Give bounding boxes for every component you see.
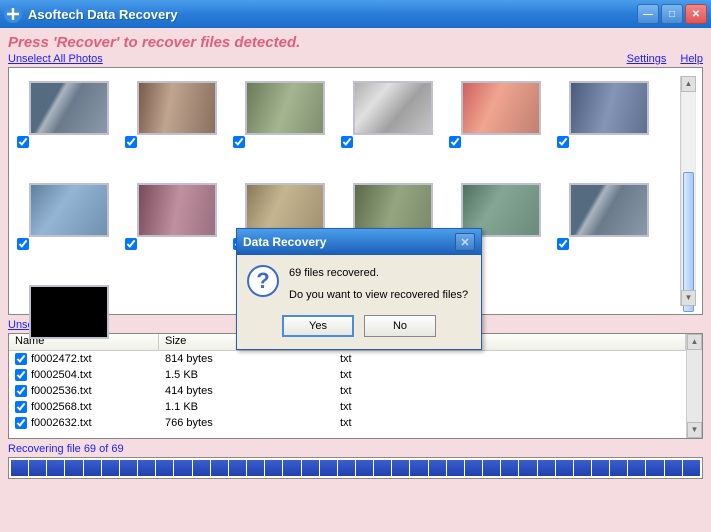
window-title: Asoftech Data Recovery xyxy=(28,7,637,22)
file-size: 766 bytes xyxy=(159,417,334,429)
thumb-image xyxy=(29,183,109,237)
photo-thumb[interactable] xyxy=(339,76,447,178)
scroll-down-icon[interactable]: ▼ xyxy=(681,290,696,306)
col-spare xyxy=(479,334,686,350)
file-ext: txt xyxy=(334,417,479,429)
file-name: f0002568.txt xyxy=(31,401,92,413)
dialog-titlebar: Data Recovery ✕ xyxy=(237,229,481,255)
photo-scrollbar[interactable]: ▲ ▼ xyxy=(680,76,696,306)
file-size: 414 bytes xyxy=(159,385,334,397)
thumb-checkbox[interactable] xyxy=(233,136,245,148)
dialog-text: 69 files recovered. Do you want to view … xyxy=(289,265,468,303)
status-text: Recovering file 69 of 69 xyxy=(8,443,703,455)
maximize-button[interactable]: □ xyxy=(661,4,683,24)
file-ext: txt xyxy=(334,385,479,397)
thumb-image xyxy=(137,183,217,237)
file-name: f0002536.txt xyxy=(31,385,92,397)
close-button[interactable]: ✕ xyxy=(685,4,707,24)
thumb-checkbox[interactable] xyxy=(125,136,137,148)
photo-thumb[interactable] xyxy=(123,178,231,280)
scroll-down-icon[interactable]: ▼ xyxy=(687,422,702,438)
file-size: 1.1 KB xyxy=(159,401,334,413)
no-button[interactable]: No xyxy=(364,315,436,337)
file-ext: txt xyxy=(334,401,479,413)
row-checkbox[interactable] xyxy=(15,417,27,429)
photo-thumb[interactable] xyxy=(123,76,231,178)
dialog-close-button[interactable]: ✕ xyxy=(455,233,475,251)
photo-thumb[interactable] xyxy=(15,76,123,178)
progress-bar xyxy=(8,457,703,479)
minimize-button[interactable]: — xyxy=(637,4,659,24)
file-size: 814 bytes xyxy=(159,353,334,365)
thumb-image xyxy=(569,183,649,237)
table-row[interactable]: f0002536.txt 414 bytestxt xyxy=(9,383,686,399)
photo-thumb[interactable] xyxy=(447,76,555,178)
thumb-checkbox[interactable] xyxy=(125,238,137,250)
photo-thumb[interactable] xyxy=(555,76,663,178)
table-row[interactable]: f0002568.txt 1.1 KBtxt xyxy=(9,399,686,415)
file-name: f0002632.txt xyxy=(31,417,92,429)
thumb-image xyxy=(137,81,217,135)
file-ext: txt xyxy=(334,353,479,365)
help-link[interactable]: Help xyxy=(680,53,703,65)
row-checkbox[interactable] xyxy=(15,401,27,413)
dialog-title: Data Recovery xyxy=(243,235,455,249)
thumb-checkbox[interactable] xyxy=(17,136,29,148)
top-links: Unselect All Photos Settings Help xyxy=(8,53,703,65)
main-body: Press 'Recover' to recover files detecte… xyxy=(0,28,711,532)
file-scrollbar[interactable]: ▲ ▼ xyxy=(686,334,702,438)
yes-button[interactable]: Yes xyxy=(282,315,354,337)
table-row[interactable]: f0002632.txt 766 bytestxt xyxy=(9,415,686,431)
thumb-image xyxy=(461,81,541,135)
file-ext: txt xyxy=(334,369,479,381)
question-icon: ? xyxy=(247,265,279,297)
thumb-image xyxy=(353,81,433,135)
thumb-checkbox[interactable] xyxy=(17,238,29,250)
photo-thumb[interactable] xyxy=(231,76,339,178)
titlebar: Asoftech Data Recovery — □ ✕ xyxy=(0,0,711,28)
dialog-line1: 69 files recovered. xyxy=(289,265,468,281)
photo-thumb[interactable] xyxy=(15,178,123,280)
thumb-image xyxy=(29,285,109,339)
photo-thumb[interactable] xyxy=(555,178,663,280)
instruction-text: Press 'Recover' to recover files detecte… xyxy=(8,34,703,51)
thumb-image xyxy=(569,81,649,135)
row-checkbox[interactable] xyxy=(15,385,27,397)
photo-thumb[interactable] xyxy=(15,280,123,382)
app-icon xyxy=(4,5,22,23)
confirm-dialog: Data Recovery ✕ ? 69 files recovered. Do… xyxy=(236,228,482,350)
file-size: 1.5 KB xyxy=(159,369,334,381)
dialog-line2: Do you want to view recovered files? xyxy=(289,287,468,303)
thumb-image xyxy=(29,81,109,135)
thumb-image xyxy=(245,81,325,135)
thumb-checkbox[interactable] xyxy=(557,136,569,148)
settings-link[interactable]: Settings xyxy=(627,53,667,65)
scroll-up-icon[interactable]: ▲ xyxy=(687,334,702,350)
scroll-up-icon[interactable]: ▲ xyxy=(681,76,696,92)
thumb-checkbox[interactable] xyxy=(449,136,461,148)
thumb-checkbox[interactable] xyxy=(341,136,353,148)
unselect-photos-link[interactable]: Unselect All Photos xyxy=(8,53,103,65)
thumb-checkbox[interactable] xyxy=(557,238,569,250)
